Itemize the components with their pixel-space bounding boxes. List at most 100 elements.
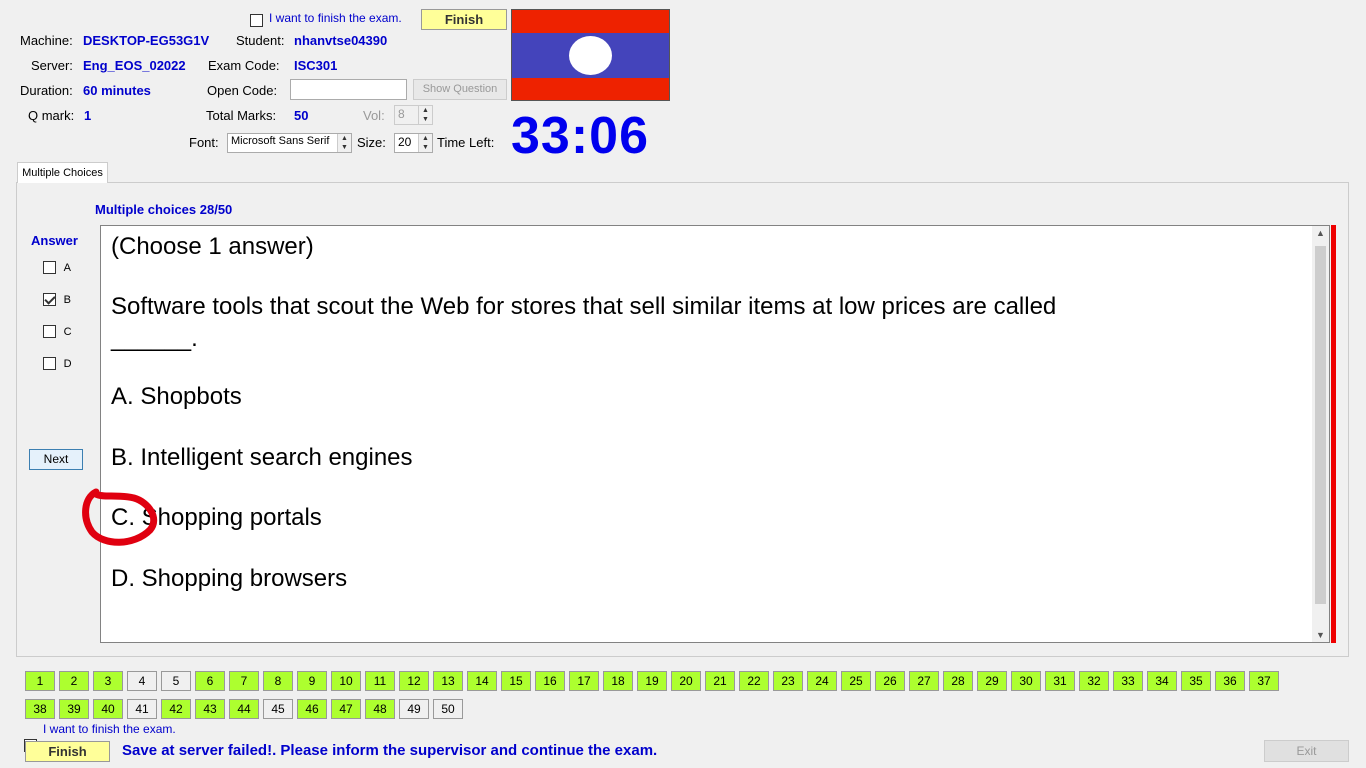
question-nav-button[interactable]: 32 — [1079, 671, 1109, 691]
duration-label: Duration: — [20, 83, 73, 98]
question-nav-button[interactable]: 5 — [161, 671, 191, 691]
answer-option-d[interactable]: D — [43, 355, 72, 371]
question-nav-button[interactable]: 37 — [1249, 671, 1279, 691]
question-nav-button[interactable]: 16 — [535, 671, 565, 691]
font-value: Microsoft Sans Serif — [231, 135, 330, 147]
question-nav-button[interactable]: 19 — [637, 671, 667, 691]
answer-letter-b: B — [63, 294, 71, 306]
answer-option-b[interactable]: B — [43, 291, 71, 307]
question-nav-button[interactable]: 10 — [331, 671, 361, 691]
question-nav-button[interactable]: 27 — [909, 671, 939, 691]
answer-checkbox-c[interactable] — [43, 325, 56, 339]
show-question-button[interactable]: Show Question — [413, 79, 507, 100]
question-nav-button[interactable]: 36 — [1215, 671, 1245, 691]
question-nav-button[interactable]: 45 — [263, 699, 293, 719]
tab-multiple-choices[interactable]: Multiple Choices — [17, 162, 108, 183]
question-nav-button[interactable]: 39 — [59, 699, 89, 719]
scroll-down-icon[interactable]: ▼ — [1312, 630, 1329, 640]
question-nav-button[interactable]: 12 — [399, 671, 429, 691]
next-button[interactable]: Next — [29, 449, 83, 470]
question-nav-button[interactable]: 48 — [365, 699, 395, 719]
vol-value: 8 — [398, 107, 405, 121]
question-nav-button[interactable]: 35 — [1181, 671, 1211, 691]
question-nav-button[interactable]: 42 — [161, 699, 191, 719]
question-nav-button[interactable]: 49 — [399, 699, 429, 719]
finish-button-bottom[interactable]: Finish — [25, 741, 110, 762]
question-nav-button[interactable]: 3 — [93, 671, 123, 691]
question-nav-button[interactable]: 50 — [433, 699, 463, 719]
answer-checkbox-a[interactable] — [43, 261, 56, 275]
question-nav-button[interactable]: 34 — [1147, 671, 1177, 691]
font-label: Font: — [189, 135, 219, 150]
scroll-thumb[interactable] — [1315, 246, 1326, 604]
exit-button[interactable]: Exit — [1264, 740, 1349, 762]
answer-checkbox-d[interactable] — [43, 357, 56, 371]
question-nav-button[interactable]: 47 — [331, 699, 361, 719]
qmark-value: 1 — [84, 108, 92, 123]
question-nav-button[interactable]: 22 — [739, 671, 769, 691]
country-flag — [511, 9, 670, 101]
question-nav-button[interactable]: 46 — [297, 699, 327, 719]
question-nav-button[interactable]: 14 — [467, 671, 497, 691]
answer-checkbox-b[interactable] — [43, 293, 56, 307]
question-nav-button[interactable]: 40 — [93, 699, 123, 719]
question-stem-line2: ______. — [111, 325, 198, 352]
question-nav-button[interactable]: 44 — [229, 699, 259, 719]
question-nav-button[interactable]: 33 — [1113, 671, 1143, 691]
red-edge-bar — [1331, 225, 1336, 643]
answer-heading: Answer — [31, 233, 78, 248]
total-marks-value: 50 — [294, 108, 309, 123]
font-spin-icon[interactable]: ▲ ▼ — [337, 134, 351, 152]
finish-exam-label-bottom: I want to finish the exam. — [43, 722, 176, 736]
question-nav-button[interactable]: 25 — [841, 671, 871, 691]
question-nav-button[interactable]: 11 — [365, 671, 395, 691]
question-scrollbar[interactable]: ▲ ▼ — [1312, 226, 1329, 642]
question-nav-button[interactable]: 28 — [943, 671, 973, 691]
open-code-input[interactable] — [290, 79, 407, 100]
question-nav-button[interactable]: 7 — [229, 671, 259, 691]
question-nav-button[interactable]: 17 — [569, 671, 599, 691]
red-circle-annotation — [82, 488, 158, 546]
question-nav-button[interactable]: 1 — [25, 671, 55, 691]
question-nav-button[interactable]: 20 — [671, 671, 701, 691]
status-message: Save at server failed!. Please inform th… — [122, 742, 658, 759]
question-nav-button[interactable]: 31 — [1045, 671, 1075, 691]
answer-option-a[interactable]: A — [43, 259, 71, 275]
font-select[interactable]: Microsoft Sans Serif ▲ ▼ — [227, 133, 352, 153]
question-nav-button[interactable]: 23 — [773, 671, 803, 691]
question-nav-button[interactable]: 41 — [127, 699, 157, 719]
question-nav-button[interactable]: 30 — [1011, 671, 1041, 691]
question-nav-button[interactable]: 21 — [705, 671, 735, 691]
answer-option-c[interactable]: C — [43, 323, 72, 339]
vol-spin-icon[interactable]: ▲ ▼ — [418, 106, 432, 124]
question-nav-button[interactable]: 29 — [977, 671, 1007, 691]
size-stepper[interactable]: 20 ▲ ▼ — [394, 133, 433, 153]
choice-b-text: B. Intelligent search engines — [111, 444, 413, 471]
vol-stepper[interactable]: 8 ▲ ▼ — [394, 105, 433, 125]
finish-exam-checkbox-top[interactable] — [250, 14, 263, 28]
exam-code-label: Exam Code: — [208, 58, 280, 73]
question-nav-button[interactable]: 18 — [603, 671, 633, 691]
question-nav-button[interactable]: 13 — [433, 671, 463, 691]
choice-d-text: D. Shopping browsers — [111, 565, 348, 592]
question-nav-button[interactable]: 6 — [195, 671, 225, 691]
size-label: Size: — [357, 135, 386, 150]
question-nav-button[interactable]: 2 — [59, 671, 89, 691]
finish-button-top[interactable]: Finish — [421, 9, 507, 30]
question-nav-button[interactable]: 4 — [127, 671, 157, 691]
scroll-up-icon[interactable]: ▲ — [1312, 228, 1329, 238]
question-nav-button[interactable]: 8 — [263, 671, 293, 691]
question-nav-button[interactable]: 24 — [807, 671, 837, 691]
countdown-timer: 33:06 — [511, 107, 649, 165]
question-nav-button[interactable]: 26 — [875, 671, 905, 691]
question-nav-button[interactable]: 38 — [25, 699, 55, 719]
question-nav-button[interactable]: 43 — [195, 699, 225, 719]
finish-exam-label-top: I want to finish the exam. — [269, 11, 402, 25]
choice-a-text: A. Shopbots — [111, 383, 242, 410]
question-nav-button[interactable]: 15 — [501, 671, 531, 691]
question-nav-button[interactable]: 9 — [297, 671, 327, 691]
question-text-area[interactable]: (Choose 1 answer) Software tools that sc… — [100, 225, 1330, 643]
question-instruction: (Choose 1 answer) — [111, 233, 314, 260]
student-label: Student: — [236, 33, 285, 48]
size-spin-icon[interactable]: ▲ ▼ — [418, 134, 432, 152]
